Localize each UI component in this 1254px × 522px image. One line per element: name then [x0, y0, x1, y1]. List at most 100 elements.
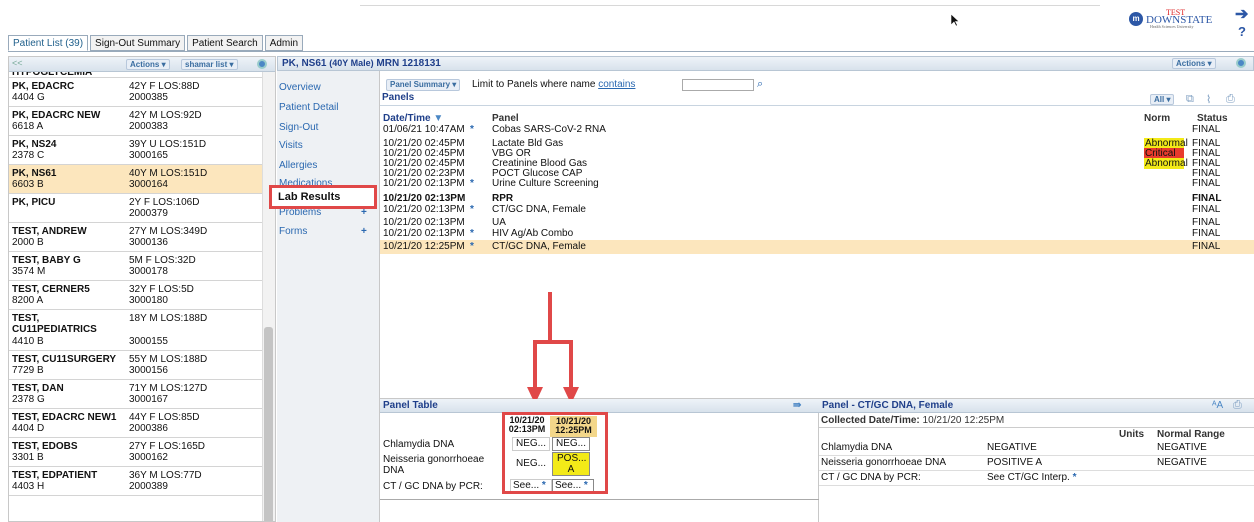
tab-admin[interactable]: Admin: [264, 35, 304, 51]
patient-mrn: 3000180: [129, 295, 168, 306]
panel-row[interactable]: 10/21/20 02:13PM * HIV Ag/Ab Combo FINAL: [380, 228, 1254, 239]
panel-summary-dropdown[interactable]: Panel Summary ▾: [386, 79, 461, 91]
sort-down-icon: ▼: [433, 113, 444, 124]
patient-list-item[interactable]: TEST, CU11PEDIATRICS 4410 B 18Y M LOS:188D…: [9, 310, 263, 351]
panel-row[interactable]: 10/21/20 12:25PM * CT/GC DNA, Female FINAL: [380, 240, 1254, 254]
tab-sign-out-summary[interactable]: Sign-Out Summary: [90, 35, 186, 51]
pt-row-label: CT / GC DNA by PCR:: [383, 481, 483, 492]
panel-detail-title: Panel - CT/GC DNA, Female: [819, 399, 1254, 413]
panel-name-filter-input[interactable]: [682, 79, 754, 91]
col-datetime[interactable]: Date/Time ▼: [383, 113, 443, 124]
panel-datetime: 10/21/20 02:13PM: [383, 204, 465, 215]
panel-name: RPR: [492, 193, 514, 204]
mouse-cursor-icon: [950, 13, 960, 27]
patient-list-item[interactable]: PK, EDACRC 4404 G 42Y F LOS:88D 2000385: [9, 78, 263, 107]
list-select-label: shamar list: [185, 60, 228, 69]
logout-icon[interactable]: ➔: [1235, 4, 1248, 24]
logo-subtitle: Health Sciences University: [1150, 24, 1194, 29]
patient-list-item[interactable]: PK, PICU 2Y F LOS:106D 2000379: [9, 194, 263, 223]
all-filter-button[interactable]: All ▾: [1150, 94, 1175, 105]
comment-star-icon: *: [470, 204, 474, 215]
panel-name: CT/GC DNA, Female: [492, 241, 586, 252]
panel-row[interactable]: 10/21/20 02:13PM UA FINAL: [380, 217, 1254, 228]
collected-label: Collected Date/Time: 10/21/20 12:25PM: [821, 415, 1004, 426]
patient-list-item[interactable]: PK, NS61 6603 B 40Y M LOS:151D 3000164: [9, 165, 263, 194]
logo: TEST DOWNSTATE Health Sciences Universit…: [1146, 8, 1224, 36]
panel-status: FINAL: [1192, 241, 1221, 252]
detail-value-text: POSITIVE A: [987, 457, 1043, 468]
tab-patient-list[interactable]: Patient List (39): [8, 35, 89, 51]
patient-demographics: (40Y Male): [329, 58, 374, 68]
patient-demographics: 55Y M LOS:188D: [129, 354, 208, 365]
patient-list-item[interactable]: PK, NS24 2378 C 39Y U LOS:151D 3000165: [9, 136, 263, 165]
nav-patient-detail[interactable]: Patient Detail: [279, 102, 338, 113]
panels-section: Panel Summary ▾ Limit to Panels where na…: [380, 71, 1254, 399]
comment-star-icon: *: [470, 241, 474, 252]
panel-detail-title-text: Panel - CT/GC DNA, Female: [822, 400, 954, 411]
refresh-gear-icon[interactable]: [257, 59, 267, 69]
patient-location: 4403 H: [12, 481, 45, 492]
detail-row[interactable]: Chlamydia DNA NEGATIVE NEGATIVE: [819, 441, 1254, 456]
add-form-icon[interactable]: +: [361, 226, 367, 237]
panel-datetime: 10/21/20 02:13PM: [383, 193, 466, 204]
tab-patient-search[interactable]: Patient Search: [187, 35, 263, 51]
units-header: Units: [1119, 429, 1144, 440]
panel-datetime: 01/06/21 10:47AM: [383, 124, 465, 135]
detail-range: NEGATIVE: [1157, 457, 1207, 468]
patient-location: 8200 A: [12, 295, 44, 306]
panels-divider: [380, 105, 1254, 106]
patient-mrn: 2000389: [129, 481, 168, 492]
patient-name: TEST, EDOBS: [12, 441, 78, 452]
patient-list-item[interactable]: TEST, CU11SURGERY 7729 B 55Y M LOS:188D 300…: [9, 351, 263, 380]
patient-mrn: 3000164: [129, 179, 168, 190]
patient-refresh-icon[interactable]: [1236, 58, 1246, 68]
patient-list-item[interactable]: TEST, BABY G 3574 M 5M F LOS:32D 3000178: [9, 252, 263, 281]
col-norm[interactable]: Norm: [1144, 113, 1170, 124]
nav-sign-out[interactable]: Sign-Out: [279, 122, 318, 133]
patient-list-item[interactable]: TEST, ANDREW 2000 B 27Y M LOS:349D 3000136: [9, 223, 263, 252]
patient-list-item[interactable]: TEST, EDOBS 3301 B 27Y F LOS:165D 3000162: [9, 438, 263, 467]
font-size-icon[interactable]: ᴬA: [1212, 400, 1223, 411]
patient-mrn: 3000156: [129, 365, 168, 376]
patient-name: TEST, CU11SURGERY: [12, 354, 117, 365]
detail-row[interactable]: CT / GC DNA by PCR: See CT/GC Interp. *: [819, 471, 1254, 486]
col-status[interactable]: Status: [1197, 113, 1228, 124]
patient-list-item[interactable]: TEST, CERNER5 8200 A 32Y F LOS:5D 3000180: [9, 281, 263, 310]
detail-divider: [819, 427, 1254, 428]
scrollbar-thumb[interactable]: [264, 327, 273, 521]
patient-name: PK, EDACRC: [12, 81, 75, 92]
nav-lab-results[interactable]: Lab Results: [269, 185, 377, 209]
nav-forms[interactable]: Forms: [279, 226, 307, 237]
patient-header: PK, NS61 (40Y Male) MRN 1218131: [282, 58, 441, 69]
patient-actions-button[interactable]: Actions ▾: [1172, 58, 1216, 69]
panel-row[interactable]: 10/21/20 02:13PM * CT/GC DNA, Female FINAL: [380, 204, 1254, 215]
patient-demographics: 32Y F LOS:5D: [129, 284, 194, 295]
patient-location: 6618 A: [12, 121, 44, 132]
search-icon[interactable]: ⌕: [757, 78, 763, 91]
patient-list-item[interactable]: TEST, DAN 2378 G 71Y M LOS:127D 3000167: [9, 380, 263, 409]
nav-visits[interactable]: Visits: [279, 140, 303, 151]
panel-row[interactable]: 10/21/20 02:13PM RPR FINAL: [380, 193, 1254, 204]
nav-allergies[interactable]: Allergies: [279, 160, 317, 171]
patient-name: PK, EDACRC NEW: [12, 110, 101, 121]
patient-location: 2378 G: [12, 394, 45, 405]
help-icon[interactable]: ?: [1238, 24, 1246, 39]
print-detail-icon[interactable]: ⎙: [1233, 399, 1242, 412]
patient-list-item[interactable]: TEST, EDACRC NEW1 4404 D 44Y F LOS:85D 2000…: [9, 409, 263, 438]
panel-row[interactable]: 01/06/21 10:47AM * Cobas SARS-CoV-2 RNA FIN…: [380, 124, 1254, 135]
actions-label: Actions: [130, 60, 160, 69]
panel-row[interactable]: 10/21/20 02:13PM * Urine Culture Screening…: [380, 178, 1254, 189]
expand-icon[interactable]: ⇛: [793, 400, 801, 411]
patient-list-item[interactable]: PK, EDACRC NEW 6618 A 42Y M LOS:92D 2000383: [9, 107, 263, 136]
col-panel[interactable]: Panel: [492, 113, 519, 124]
patient-location: 2000 B: [12, 237, 44, 248]
patient-list-item[interactable]: TEST, EDPATIENT 4403 H 36Y M LOS:77D 200038…: [9, 467, 263, 496]
list-select-button[interactable]: shamar list ▾: [181, 59, 238, 70]
contains-link[interactable]: contains: [598, 79, 635, 90]
patient-list-scrollbar[interactable]: [262, 72, 275, 521]
collapse-icon[interactable]: <<: [12, 58, 23, 68]
patient-location: 4404 D: [12, 423, 45, 434]
actions-button[interactable]: Actions ▾: [126, 59, 170, 70]
detail-row[interactable]: Neisseria gonorrhoeae DNA POSITIVE A NEGAT…: [819, 456, 1254, 471]
nav-overview[interactable]: Overview: [279, 82, 321, 93]
